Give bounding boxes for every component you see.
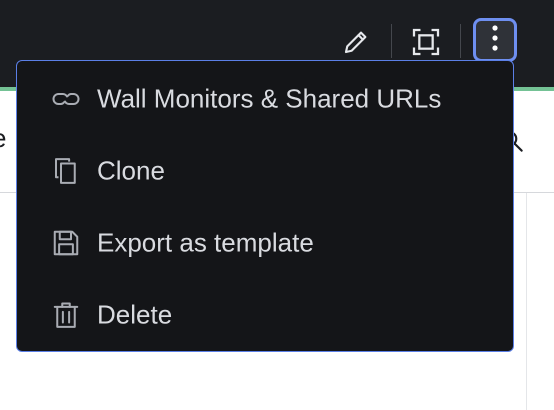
menu-item-label: Delete [97,299,173,330]
toolbar-divider [460,24,461,58]
toolbar-divider [391,24,392,58]
more-options-button[interactable] [473,18,517,62]
menu-item-wall-monitors[interactable]: Wall Monitors & Shared URLs [17,63,513,135]
menu-item-label: Wall Monitors & Shared URLs [97,83,442,114]
menu-item-delete[interactable]: Delete [17,279,513,351]
fullscreen-button[interactable] [408,24,444,60]
menu-item-label: Clone [97,155,165,186]
menu-item-clone[interactable]: Clone [17,135,513,207]
pencil-icon [341,27,371,57]
copy-icon [51,156,81,186]
app-window: e Wall Monitors & Shared URLs [0,0,554,410]
fullscreen-icon [410,26,442,58]
save-icon [51,228,81,258]
panel-divider [526,193,527,410]
menu-item-label: Export as template [97,227,314,258]
options-dropdown-menu: Wall Monitors & Shared URLs Clone Export… [16,60,514,352]
menu-item-export-template[interactable]: Export as template [17,207,513,279]
edit-button[interactable] [338,26,374,58]
trash-icon [51,300,81,330]
kebab-menu-icon [491,24,499,57]
link-icon [51,84,81,114]
partial-heading-text: e [0,125,6,151]
